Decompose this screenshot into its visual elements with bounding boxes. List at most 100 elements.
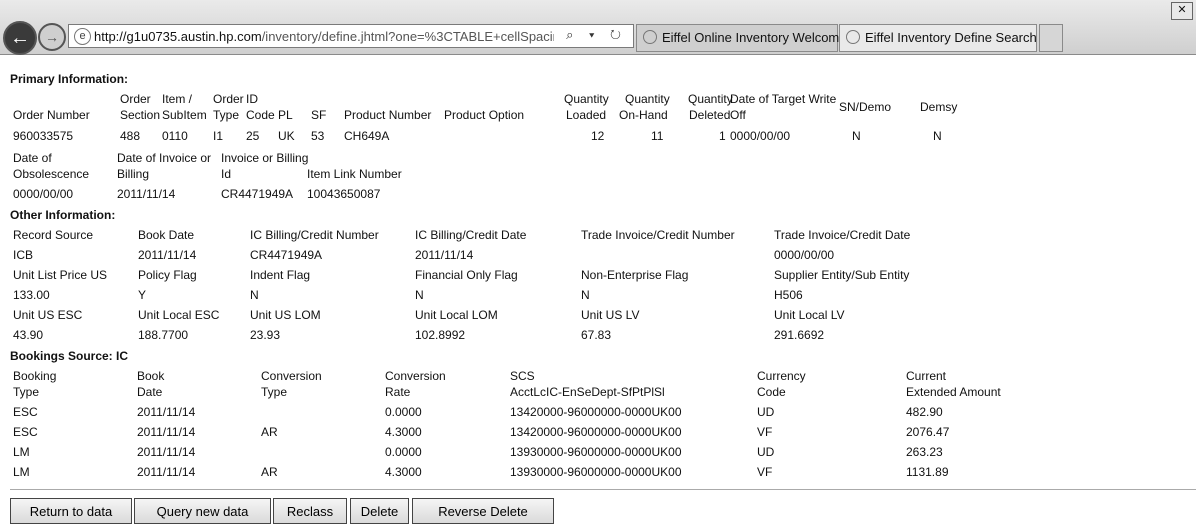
window-close-icon[interactable]: ✕ — [1171, 2, 1193, 20]
bookings-cell: 0.0000 — [385, 445, 422, 459]
other-field-value: 2011/11/14 — [415, 248, 474, 262]
hdr-pl: PL — [278, 108, 293, 122]
hdr-order-number: Order Number — [13, 108, 90, 122]
bookings-cell: 1131.89 — [906, 465, 949, 479]
bookings-cell: 0.0000 — [385, 405, 422, 419]
bookings-cell: 482.90 — [906, 405, 943, 419]
hdr-item: Item / — [162, 92, 193, 106]
other-field-value: N — [581, 288, 590, 302]
hdr-qty-loaded: Loaded — [566, 108, 607, 122]
browser-chrome: ← → e http://g1u0735.austin.hp.com/inven… — [0, 0, 1196, 55]
val-item-link: 10043650087 — [307, 187, 381, 201]
return-to-data-button[interactable]: Return to data — [10, 498, 132, 524]
bookings-column-header: Booking — [13, 369, 57, 383]
tab-define-search[interactable]: Eiffel Inventory Define Search× — [839, 24, 1050, 52]
bookings-column-header: Date — [137, 385, 163, 399]
back-arrow-icon[interactable]: ← — [3, 21, 37, 55]
other-field-label: Trade Invoice/Credit Date — [774, 228, 911, 242]
bookings-column-header: Conversion — [385, 369, 446, 383]
val-sn-demo: N — [852, 129, 861, 143]
tab-inventory-welcome[interactable]: Eiffel Online Inventory Welcome — [636, 24, 847, 52]
other-field-label: Financial Only Flag — [415, 268, 518, 282]
val-qty-deleted: 1 — [719, 129, 726, 143]
url-path: /inventory/define.jhtml?one=%3CTABLE+cel… — [261, 29, 554, 44]
bookings-column-header: Code — [757, 385, 786, 399]
bookings-cell: 2011/11/14 — [137, 405, 196, 419]
bookings-cell: VF — [757, 425, 773, 439]
hdr-target-write-off: Date of Target Write — [730, 92, 837, 106]
bookings-cell: 13930000-96000000-0000UK00 — [510, 465, 682, 479]
bookings-cell: 263.23 — [906, 445, 943, 459]
bookings-cell: AR — [261, 425, 278, 439]
val-item: 0110 — [162, 129, 188, 143]
hdr-sn-demo: SN/Demo — [839, 100, 892, 114]
tab-label: Eiffel Inventory Define Search — [865, 30, 1037, 45]
new-tab-button[interactable] — [1039, 24, 1063, 52]
bookings-cell: 13930000-96000000-0000UK00 — [510, 445, 682, 459]
hdr-obsolescence: Date of — [13, 151, 52, 165]
hdr-order-section: Order — [120, 92, 151, 106]
bookings-cell: UD — [757, 445, 775, 459]
bookings-column-header: Currency — [757, 369, 806, 383]
hdr-obsolescence: Obsolescence — [13, 167, 90, 181]
other-field-label: Record Source — [13, 228, 94, 242]
hdr-demsy: Demsy — [920, 100, 958, 114]
bookings-column-header: Extended Amount — [906, 385, 1001, 399]
hdr-order-type: Order — [213, 92, 244, 106]
other-field-label: Supplier Entity/Sub Entity — [774, 268, 910, 282]
val-order-section: 488 — [120, 129, 141, 143]
hdr-qty-deleted: Deleted — [689, 108, 731, 122]
hdr-target-write-off: Off — [730, 108, 746, 122]
delete-button[interactable]: Delete — [350, 498, 409, 524]
other-field-label: Indent Flag — [250, 268, 311, 282]
divider — [10, 489, 1196, 490]
bookings-cell: 4.3000 — [385, 465, 422, 479]
hdr-invoice-date: Date of Invoice or — [117, 151, 212, 165]
other-field-label: Trade Invoice/Credit Number — [581, 228, 735, 242]
reverse-delete-button[interactable]: Reverse Delete — [412, 498, 554, 524]
other-field-value: N — [250, 288, 259, 302]
url-text[interactable]: http://g1u0735.austin.hp.com/inventory/d… — [94, 29, 554, 44]
other-field-label: Non-Enterprise Flag — [581, 268, 689, 282]
bookings-cell: 2011/11/14 — [137, 445, 196, 459]
bookings-column-header: Type — [13, 385, 40, 399]
hdr-product-option: Product Option — [444, 108, 525, 122]
hdr-qty-loaded: Quantity — [564, 92, 609, 106]
search-refresh-icons[interactable]: ⌕ ▾ ↻ — [566, 27, 627, 43]
reclass-button[interactable]: Reclass — [273, 498, 347, 524]
val-demsy: N — [933, 129, 942, 143]
val-order-number: 960033575 — [13, 129, 74, 143]
hdr-invoice-id: Id — [221, 167, 232, 181]
bookings-column-header: Book — [137, 369, 165, 383]
bookings-cell: 13420000-96000000-0000UK00 — [510, 405, 682, 419]
bookings-cell: LM — [13, 465, 30, 479]
bookings-column-header: SCS — [510, 369, 535, 383]
bookings-column-header: Conversion — [261, 369, 322, 383]
ie-page-icon — [643, 30, 657, 44]
val-id-code: 25 — [246, 129, 260, 143]
hdr-order-type: Type — [213, 108, 240, 122]
other-field-label: Unit Local LV — [774, 308, 845, 322]
bookings-cell: AR — [261, 465, 278, 479]
other-field-value: ICB — [13, 248, 34, 262]
val-obsolescence: 0000/00/00 — [13, 187, 74, 201]
other-field-label: Unit US LOM — [250, 308, 321, 322]
address-bar[interactable]: e http://g1u0735.austin.hp.com/inventory… — [68, 24, 634, 48]
query-new-data-button[interactable]: Query new data — [134, 498, 271, 524]
other-field-label: IC Billing/Credit Date — [415, 228, 527, 242]
val-sf: 53 — [311, 129, 325, 143]
bookings-cell: LM — [13, 445, 30, 459]
bookings-cell: ESC — [13, 425, 38, 439]
other-field-value: 133.00 — [13, 288, 50, 302]
other-field-label: Unit US LV — [581, 308, 640, 322]
val-invoice-id: CR4471949A — [221, 187, 294, 201]
bookings-cell: 4.3000 — [385, 425, 422, 439]
forward-arrow-icon[interactable]: → — [38, 23, 66, 51]
hdr-qty-deleted: Quantity — [688, 92, 733, 106]
ie-page-icon — [846, 30, 860, 44]
other-field-value: CR4471949A — [250, 248, 323, 262]
hdr-order-section: Section — [120, 108, 161, 122]
bookings-cell: 2011/11/14 — [137, 425, 196, 439]
other-field-value: H506 — [774, 288, 803, 302]
hdr-qty-onhand: Quantity — [625, 92, 670, 106]
